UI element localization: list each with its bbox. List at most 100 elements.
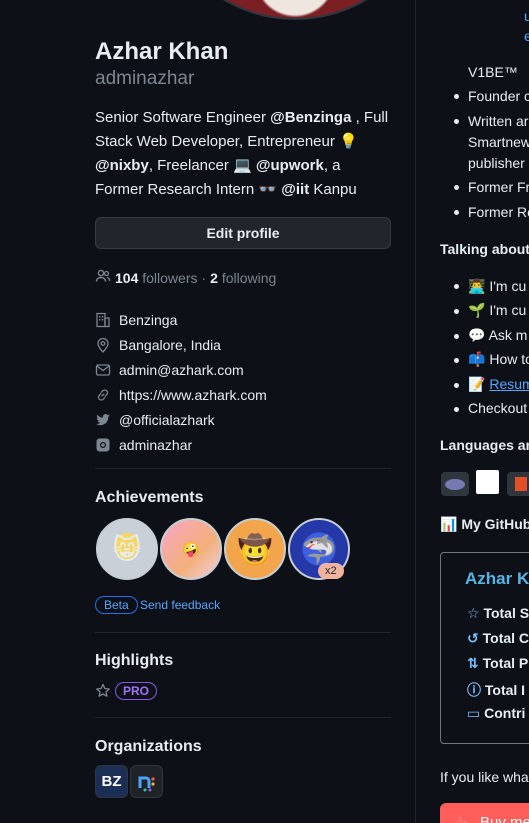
- bullet-icon: [454, 383, 459, 388]
- stat-row: ▭ Contri: [467, 705, 525, 722]
- bio-mention-benzinga[interactable]: @Benzinga: [270, 109, 351, 126]
- instagram-link[interactable]: adminazhar: [119, 437, 192, 453]
- cowboy-face-icon: 🤠: [237, 533, 273, 565]
- achievements-title[interactable]: Achievements: [95, 489, 204, 507]
- twitter-link[interactable]: @officialazhark: [119, 412, 215, 428]
- readme-link-fragment[interactable]: u: [524, 8, 529, 24]
- profile-readme: u e V1BE™ Founder c Written ar Smartnew …: [416, 0, 529, 823]
- readme-cu1: 👨‍💻 I'm cu: [468, 278, 526, 295]
- working-emoji-icon: 👨‍💻: [468, 278, 486, 294]
- readme-howto: 📫 How to: [468, 351, 529, 368]
- achievement-badge-pull-shark-cowboy[interactable]: 🤠: [224, 518, 286, 580]
- followers-label: followers: [142, 269, 198, 286]
- html5-icon: [507, 472, 529, 496]
- readme-github-heading: 📊 My GitHub: [440, 516, 529, 533]
- readme-github-text: My GitHub: [461, 516, 529, 532]
- readme-ask: 💬 Ask m: [468, 327, 527, 344]
- stats-card-title: Azhar K: [465, 569, 529, 588]
- bio-text: Kanpu: [309, 181, 357, 198]
- achievement-badge-quickdraw[interactable]: 😸: [96, 518, 158, 580]
- section-divider: [95, 468, 391, 469]
- bullet-icon: [454, 358, 459, 363]
- readme-publisher: publisher: [468, 155, 525, 171]
- following-link[interactable]: 2 following: [210, 270, 276, 286]
- profile-username: adminazhar: [95, 68, 195, 89]
- issue-icon: ⓘ: [467, 682, 481, 698]
- badge-multiplier: x2: [318, 563, 344, 579]
- profile-avatar[interactable]: [155, 0, 435, 20]
- bio-mention-iit[interactable]: @iit: [281, 181, 309, 198]
- pro-badge[interactable]: PRO: [115, 682, 158, 700]
- mailbox-icon: 📫: [468, 351, 486, 367]
- readme-former-fr: Former Fr: [468, 179, 529, 195]
- stat-label: Total C: [482, 630, 529, 646]
- history-icon: ↺: [467, 630, 479, 646]
- twitter-item: @officialazhark: [95, 407, 391, 432]
- achievement-badge-yolo[interactable]: 🤪: [160, 518, 222, 580]
- people-icon: [95, 268, 111, 287]
- readme-former-re: Former Re: [468, 204, 529, 220]
- email-item: admin@azhark.com: [95, 357, 391, 382]
- company-item: Benzinga: [95, 307, 391, 332]
- yolo-icon: 🤪: [182, 540, 200, 557]
- edit-profile-button[interactable]: Edit profile: [95, 217, 391, 249]
- bullet-icon: [454, 185, 459, 190]
- resume-link[interactable]: Resum: [489, 376, 529, 392]
- readme-talking-heading: Talking about: [440, 241, 529, 257]
- bullet-icon: [454, 309, 459, 314]
- stat-row: ⇅ Total P: [467, 655, 528, 672]
- profile-bio: Senior Software Engineer @Benzinga , Ful…: [95, 106, 391, 202]
- star-icon: ☆: [467, 605, 480, 621]
- stat-label: Total P: [482, 655, 529, 671]
- bio-mention-upwork[interactable]: @upwork: [256, 157, 324, 174]
- instagram-item: adminazhar: [95, 432, 391, 457]
- section-divider: [95, 717, 391, 718]
- buy-me-label: Buy me: [480, 814, 529, 823]
- followers-count: 104: [115, 269, 139, 286]
- bullet-icon: [454, 94, 459, 99]
- twitter-icon: [95, 412, 111, 428]
- readme-founder: Founder c: [468, 88, 529, 104]
- separator-dot: ·: [201, 269, 207, 286]
- buy-me-coffee-button[interactable]: ☕ Buy me: [440, 803, 529, 823]
- cat-face-icon: 😸: [112, 533, 142, 565]
- stat-row: ☆ Total S: [467, 605, 529, 622]
- nixby-logo-icon: [138, 776, 155, 791]
- org-benzinga-avatar[interactable]: BZ: [95, 765, 128, 798]
- php-icon: [441, 472, 469, 496]
- mail-icon: [95, 362, 111, 378]
- stat-row: ↺ Total C: [467, 630, 529, 647]
- bullet-icon: [454, 334, 459, 339]
- location-item: Bangalore, India: [95, 332, 391, 357]
- org-nixby-avatar[interactable]: [130, 765, 163, 798]
- wordpress-icon: [476, 470, 499, 494]
- follow-stats: 104 followers · 2 following: [95, 268, 276, 287]
- readme-cu1-text: I'm cu: [489, 278, 527, 294]
- website-link[interactable]: https://www.azhark.com: [119, 387, 267, 403]
- shark-icon: 🦈: [301, 533, 337, 565]
- star-icon: [95, 683, 111, 704]
- followers-link[interactable]: 104 followers: [115, 270, 198, 286]
- bio-text: , Freelancer 💻: [148, 157, 256, 174]
- company-name[interactable]: Benzinga: [119, 312, 177, 328]
- stat-row: ⓘ Total I: [467, 680, 525, 700]
- readme-cu2-text: I'm cu: [489, 302, 527, 318]
- readme-checkout: Checkout: [468, 400, 528, 416]
- stat-label: Contri: [484, 705, 526, 721]
- readme-howto-text: How to: [489, 351, 529, 367]
- page-icon: 📝: [468, 376, 486, 392]
- bar-chart-icon: 📊: [440, 516, 458, 532]
- github-stats-card: Azhar K ☆ Total S ↺ Total C ⇅ Total P ⓘ …: [440, 552, 529, 744]
- speech-bubble-icon: 💬: [468, 327, 486, 343]
- send-feedback-link[interactable]: Send feedback: [140, 598, 220, 612]
- email-link[interactable]: admin@azhark.com: [119, 362, 244, 378]
- highlights-title: Highlights: [95, 652, 174, 669]
- stat-label: Total S: [483, 605, 529, 621]
- bullet-icon: [454, 210, 459, 215]
- readme-written: Written ar: [468, 113, 529, 129]
- readme-link-fragment[interactable]: e: [524, 28, 529, 44]
- instagram-icon: [95, 437, 111, 453]
- repo-icon: ▭: [467, 705, 481, 721]
- bio-mention-nixby[interactable]: @nixby: [95, 157, 149, 174]
- profile-details: Benzinga Bangalore, India admin@azhark.c…: [95, 307, 391, 457]
